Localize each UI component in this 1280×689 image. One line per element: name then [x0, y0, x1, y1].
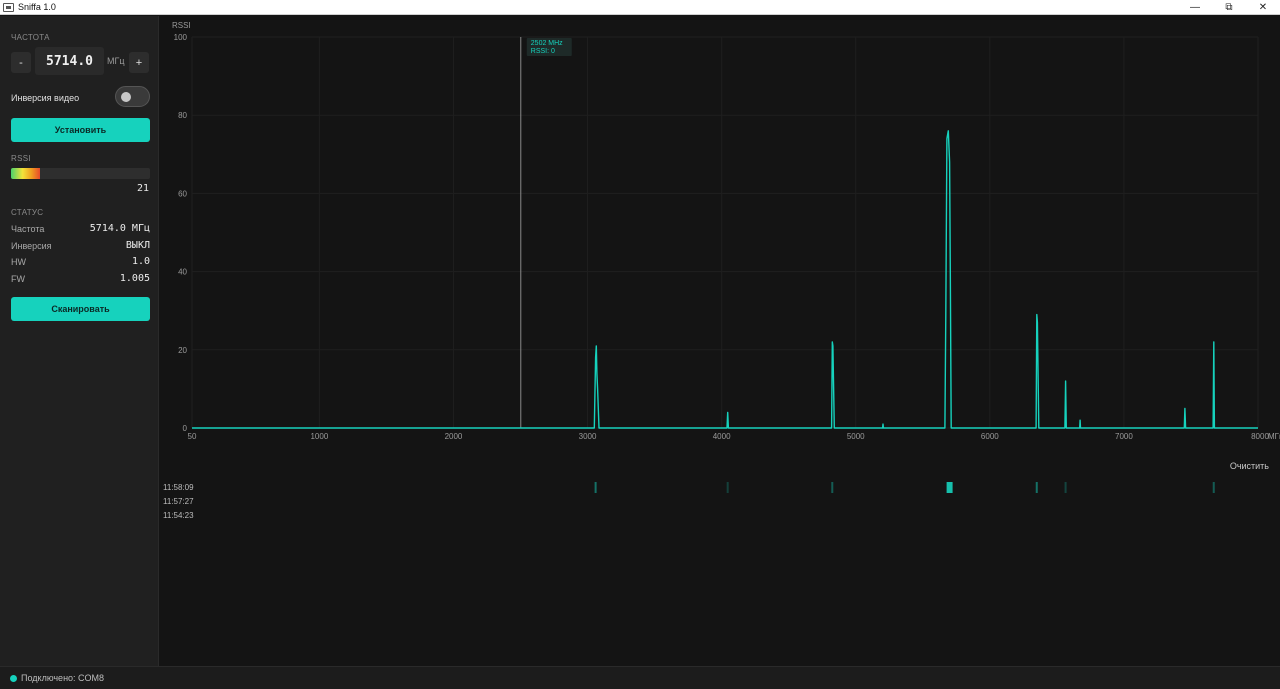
rssi-section-label: RSSI	[11, 154, 31, 163]
waterfall-mark	[726, 482, 729, 493]
cursor-rssi-label: RSSI: 0	[531, 48, 555, 55]
y-axis-label: RSSI	[172, 21, 191, 30]
app-icon	[3, 2, 14, 12]
toggle-knob	[121, 92, 131, 102]
status-key: FW	[11, 274, 25, 284]
x-tick-label: 5000	[847, 432, 865, 441]
spectrum-panel: 0 20 40 60 80 100 RSSI 50 1000 2000 3000 4000 5000 60…	[160, 16, 1280, 666]
restore-icon[interactable]: ⧉	[1212, 0, 1246, 15]
status-key: Частота	[11, 224, 45, 234]
waterfall-mark	[831, 482, 834, 493]
status-value: ВЫКЛ	[125, 240, 150, 251]
close-icon[interactable]: ✕	[1246, 0, 1280, 15]
x-tick-label: 7000	[1115, 432, 1133, 441]
x-tick-label: 50	[188, 432, 197, 441]
status-row-fw: FW 1.005	[11, 273, 150, 287]
decrease-frequency-button[interactable]: -	[11, 52, 31, 73]
status-row-inversion: Инверсия ВЫКЛ	[11, 240, 150, 254]
rssi-meter-fill	[11, 168, 41, 179]
x-tick-label: 4000	[713, 432, 731, 441]
x-tick-label: 8000	[1251, 432, 1269, 441]
x-tick-label: 2000	[445, 432, 463, 441]
waterfall-row-time: 11:58:09	[163, 483, 194, 492]
status-bar: Подключено: COM8	[0, 666, 1280, 689]
status-section-label: СТАТУС	[11, 208, 44, 217]
waterfall-mark	[1212, 482, 1215, 493]
status-key: HW	[11, 257, 26, 267]
waterfall-mark	[1035, 482, 1038, 493]
status-value: 1.005	[119, 273, 150, 284]
waterfall-row-time: 11:54:23	[163, 511, 194, 520]
increase-frequency-button[interactable]: +	[129, 52, 149, 73]
sidebar: ЧАСТОТА - 5714.0 МГц + Инверсия видео Ус…	[0, 16, 159, 666]
rssi-meter	[11, 168, 150, 179]
y-tick-label: 20	[178, 346, 187, 355]
waterfall-mark	[1064, 482, 1067, 493]
waterfall-mark	[594, 482, 597, 493]
window-controls: — ⧉ ✕	[1178, 0, 1280, 15]
x-tick-label: 1000	[310, 432, 328, 441]
status-key: Инверсия	[11, 241, 52, 251]
x-tick-label: 6000	[981, 432, 999, 441]
frequency-input[interactable]: 5714.0	[35, 47, 104, 75]
connection-status: Подключено: COM8	[21, 673, 105, 683]
x-tick-label: 3000	[579, 432, 597, 441]
minimize-icon[interactable]: —	[1178, 0, 1212, 15]
window-title: Sniffa 1.0	[18, 2, 56, 12]
status-value: 1.0	[131, 256, 150, 267]
invert-video-label: Инверсия видео	[11, 93, 80, 103]
set-button[interactable]: Установить	[11, 118, 150, 142]
spectrum-chart[interactable]: 020406080100RSSI50 1000 2000 3000 4000 5000 60…	[160, 16, 1280, 456]
rssi-value: 21	[136, 183, 149, 194]
frequency-unit: МГц	[107, 56, 125, 66]
y-tick-label: 60	[178, 189, 187, 198]
connection-status-icon	[10, 674, 17, 682]
clear-button[interactable]: Очистить	[1230, 461, 1269, 471]
status-value: 5714.0 МГц	[89, 223, 150, 234]
waterfall: 11:58:09 11:57:27 11:54:23	[160, 478, 1280, 558]
waterfall-row-time: 11:57:27	[163, 497, 194, 506]
y-tick-label: 40	[178, 268, 187, 277]
rssi-series-line	[192, 130, 1258, 429]
frequency-control: - 5714.0 МГц +	[11, 47, 151, 75]
status-row-hw: HW 1.0	[11, 256, 150, 270]
frequency-section-label: ЧАСТОТА	[11, 33, 50, 42]
x-axis-unit: МГц	[1268, 432, 1280, 441]
cursor-frequency-label: 2502 MHz	[531, 40, 563, 47]
status-row-frequency: Частота 5714.0 МГц	[11, 223, 150, 237]
invert-video-toggle[interactable]	[115, 86, 150, 107]
scan-button[interactable]: Сканировать	[11, 297, 150, 321]
y-tick-label: 100	[174, 33, 188, 42]
title-bar: Sniffa 1.0 — ⧉ ✕	[0, 0, 1280, 15]
y-tick-label: 80	[178, 111, 187, 120]
waterfall-mark	[946, 482, 953, 493]
waterfall-marks	[594, 482, 1215, 493]
